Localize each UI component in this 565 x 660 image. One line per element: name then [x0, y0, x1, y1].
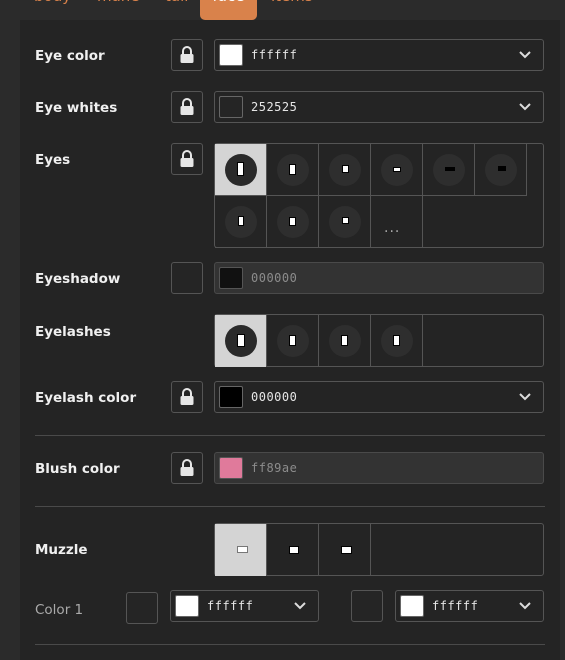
eye-more-button[interactable]: ... [371, 196, 423, 248]
color1-right-value: ffffff [432, 599, 479, 613]
eyelash-option-4[interactable] [371, 315, 423, 367]
eyelash-color-value: 000000 [251, 390, 298, 404]
color1-left-swatch [175, 595, 199, 617]
muzzle-option-3[interactable] [319, 524, 371, 576]
color1-left-lock-button[interactable] [126, 592, 158, 624]
color1-left-select[interactable]: ffffff [170, 590, 319, 622]
eyelash-option-1[interactable] [215, 315, 267, 367]
eyeshadow-select[interactable]: 000000 [214, 262, 544, 294]
blush-color-swatch [219, 457, 243, 479]
blush-color-value: ff89ae [251, 461, 298, 475]
eye-option-7[interactable] [215, 196, 267, 248]
muzzle-label: Muzzle [35, 542, 88, 558]
tab-bar: body mane tail face items [0, 0, 565, 20]
eyes-label: Eyes [35, 152, 71, 168]
color1-left-value: ffffff [207, 599, 254, 613]
muzzle-option-2[interactable] [267, 524, 319, 576]
eye-whites-select[interactable]: 252525 [214, 91, 544, 123]
section-divider [35, 644, 545, 645]
eyelashes-label: Eyelashes [35, 324, 111, 340]
color1-right-lock-button[interactable] [351, 590, 383, 622]
eye-color-swatch [219, 44, 243, 66]
eye-option-6[interactable] [475, 144, 527, 196]
eyelash-color-label: Eyelash color [35, 390, 137, 406]
eye-option-5[interactable] [423, 144, 475, 196]
more-icon: ... [384, 220, 401, 236]
eyelashes-grid [214, 314, 544, 367]
eyelash-option-2[interactable] [267, 315, 319, 367]
blush-color-select[interactable]: ff89ae [214, 452, 544, 484]
eyeshadow-lock-button[interactable] [171, 262, 203, 294]
eye-whites-swatch [219, 96, 243, 118]
eyelash-color-swatch [219, 386, 243, 408]
eye-color-label: Eye color [35, 48, 105, 64]
chevron-down-icon [519, 103, 531, 111]
tab-mane[interactable]: mane [97, 0, 141, 20]
eye-whites-label: Eye whites [35, 100, 118, 116]
eye-option-8[interactable] [267, 196, 319, 248]
muzzle-grid [214, 523, 544, 576]
eyelash-option-3[interactable] [319, 315, 371, 367]
eyelash-color-select[interactable]: 000000 [214, 381, 544, 413]
blush-color-label: Blush color [35, 461, 120, 477]
lock-icon [180, 150, 194, 167]
lock-icon [180, 98, 194, 115]
lock-icon [180, 459, 194, 476]
eye-option-9[interactable] [319, 196, 371, 248]
face-settings-panel: Eye color ffffff Eye whites 252525 Eyes … [20, 20, 560, 660]
eye-whites-lock-button[interactable] [171, 91, 203, 123]
chevron-down-icon [519, 602, 531, 610]
eye-color-lock-button[interactable] [171, 39, 203, 71]
lock-icon [180, 46, 194, 63]
tab-items[interactable]: items [271, 0, 315, 20]
color1-right-swatch [400, 595, 424, 617]
eyes-grid: ... [214, 143, 544, 248]
chevron-down-icon [294, 602, 306, 610]
lock-icon [180, 388, 194, 405]
chevron-down-icon [519, 393, 531, 401]
eyeshadow-label: Eyeshadow [35, 271, 121, 287]
eye-whites-value: 252525 [251, 100, 298, 114]
eyeshadow-swatch [219, 267, 243, 289]
tab-tail[interactable]: tail [165, 0, 193, 20]
chevron-down-icon [519, 51, 531, 59]
eyes-lock-button[interactable] [171, 143, 203, 175]
tab-face[interactable]: face [200, 0, 257, 20]
color1-label: Color 1 [35, 602, 84, 618]
eyeshadow-value: 000000 [251, 271, 298, 285]
tab-body[interactable]: body [34, 0, 74, 20]
eye-color-value: ffffff [251, 48, 298, 62]
eyelash-color-lock-button[interactable] [171, 381, 203, 413]
muzzle-option-1[interactable] [215, 524, 267, 576]
eye-option-2[interactable] [267, 144, 319, 196]
blush-color-lock-button[interactable] [171, 452, 203, 484]
eye-option-3[interactable] [319, 144, 371, 196]
eye-option-1[interactable] [215, 144, 267, 196]
color1-right-select[interactable]: ffffff [395, 590, 544, 622]
section-divider [35, 435, 545, 436]
section-divider [35, 506, 545, 507]
eye-option-4[interactable] [371, 144, 423, 196]
eye-color-select[interactable]: ffffff [214, 39, 544, 71]
